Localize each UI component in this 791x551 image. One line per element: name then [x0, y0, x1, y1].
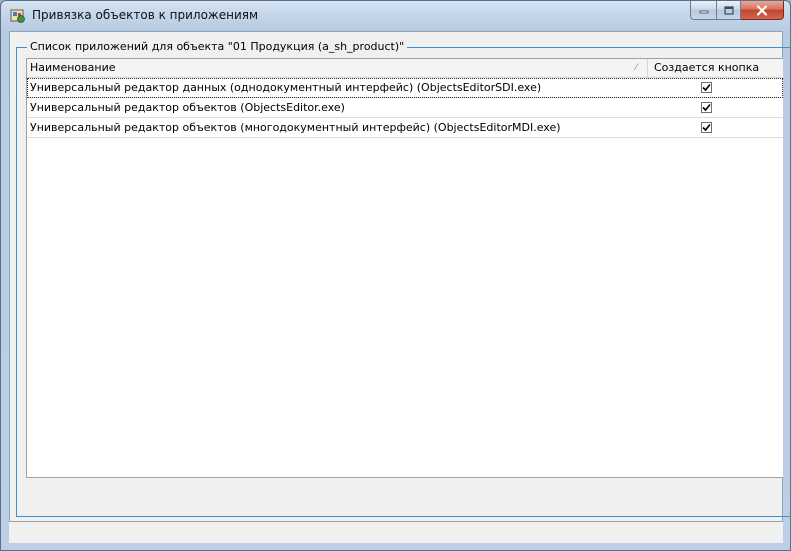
- application-name-cell: Универсальный редактор объектов (многодо…: [30, 121, 561, 134]
- group-caption: Список приложений для объекта "01 Продук…: [27, 40, 408, 53]
- column-header-name[interactable]: Наименование ⁄: [27, 59, 648, 77]
- applications-grid[interactable]: Наименование ⁄ Создается кнопка Универса…: [26, 58, 783, 478]
- column-header-create-button[interactable]: Создается кнопка: [648, 59, 788, 77]
- checkmark-icon: [702, 103, 711, 112]
- create-button-checkbox[interactable]: [701, 122, 712, 133]
- app-binding-icon: [10, 9, 25, 23]
- window-title: Привязка объектов к приложениям: [32, 8, 259, 22]
- maximize-button[interactable]: [716, 1, 741, 20]
- title-bar[interactable]: Привязка объектов к приложениям: [1, 1, 790, 31]
- column-header-name-label: Наименование: [30, 61, 116, 74]
- caption-buttons: [690, 1, 784, 21]
- table-row[interactable]: Универсальный редактор объектов (Objects…: [27, 98, 783, 118]
- minimize-button[interactable]: [690, 1, 716, 20]
- table-row[interactable]: Универсальный редактор объектов (многодо…: [27, 118, 783, 138]
- checkmark-icon: [702, 123, 711, 132]
- create-button-checkbox[interactable]: [701, 82, 712, 93]
- grid-header: Наименование ⁄ Создается кнопка: [27, 59, 783, 78]
- main-window: Привязка объектов к приложениям Список п…: [0, 0, 791, 551]
- application-name-cell: Универсальный редактор данных (однодокум…: [30, 81, 542, 94]
- status-bar: [9, 521, 783, 543]
- checkmark-icon: [702, 83, 711, 92]
- column-header-create-button-label: Создается кнопка: [654, 61, 760, 74]
- create-button-checkbox[interactable]: [701, 102, 712, 113]
- table-row[interactable]: Универсальный редактор данных (однодокум…: [27, 78, 783, 98]
- close-button[interactable]: [741, 1, 784, 20]
- minimize-icon: [699, 10, 708, 14]
- application-name-cell: Универсальный редактор объектов (Objects…: [30, 101, 345, 114]
- maximize-icon: [723, 5, 734, 15]
- sort-indicator-icon: ⁄: [635, 63, 637, 73]
- close-icon: [756, 4, 768, 16]
